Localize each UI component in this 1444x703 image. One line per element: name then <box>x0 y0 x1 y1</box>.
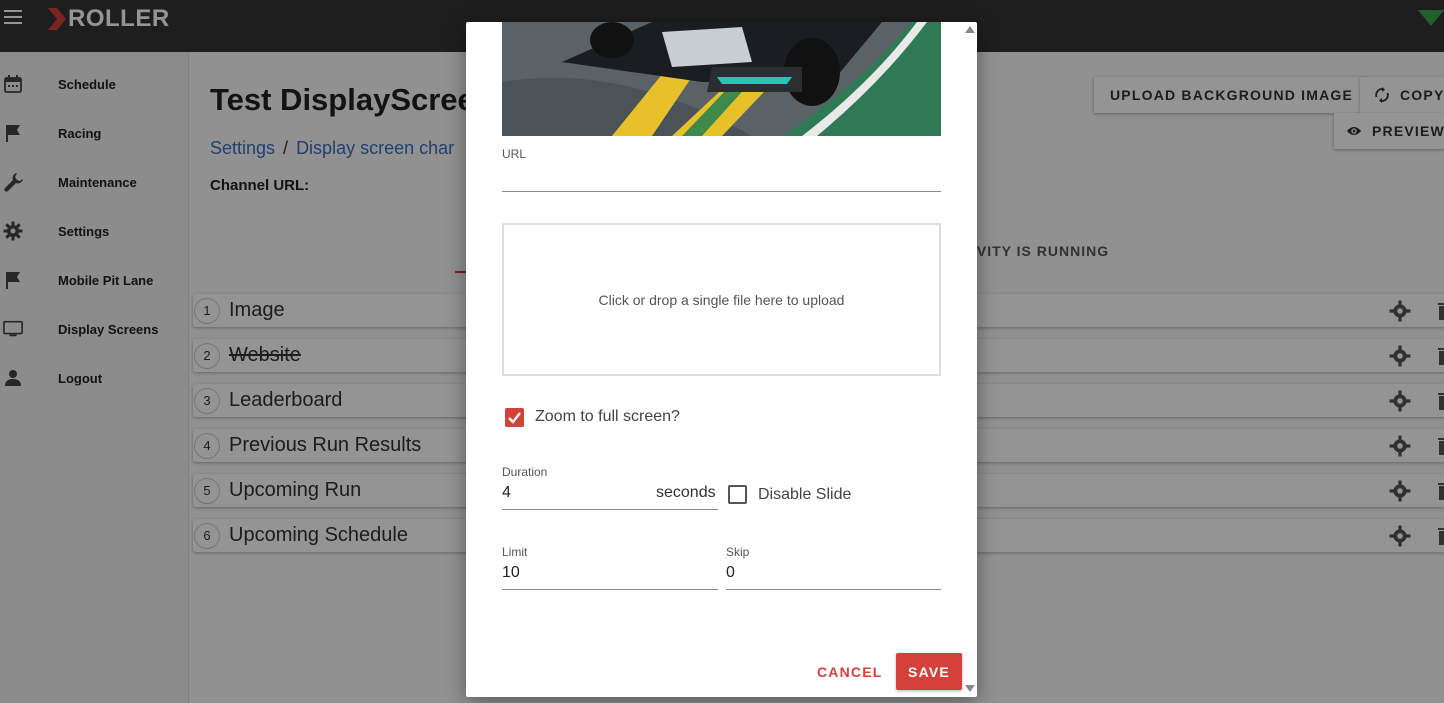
save-button[interactable]: SAVE <box>896 653 962 690</box>
limit-underline <box>502 589 718 590</box>
disable-slide-checkbox[interactable] <box>728 485 747 504</box>
url-underline <box>502 191 941 192</box>
zoom-checkbox[interactable] <box>505 408 524 427</box>
duration-unit: seconds <box>656 484 716 501</box>
scroll-down-arrow-icon[interactable] <box>965 685 975 692</box>
url-input[interactable] <box>502 168 941 190</box>
duration-label: Duration <box>502 465 548 479</box>
duration-input[interactable]: 4 <box>502 484 511 502</box>
scroll-up-arrow-icon[interactable] <box>965 26 975 33</box>
edit-slide-dialog: URL Click or drop a single file here to … <box>466 22 977 697</box>
duration-underline <box>502 509 718 510</box>
skip-input[interactable]: 0 <box>726 564 735 582</box>
zoom-label: Zoom to full screen? <box>535 408 680 425</box>
dropzone-text: Click or drop a single file here to uplo… <box>598 291 845 308</box>
file-dropzone[interactable]: Click or drop a single file here to uplo… <box>502 223 941 376</box>
disable-slide-label: Disable Slide <box>758 486 852 503</box>
limit-input[interactable]: 10 <box>502 564 520 582</box>
slide-image-preview <box>502 22 941 136</box>
skip-label: Skip <box>726 545 750 559</box>
skip-underline <box>726 589 941 590</box>
url-label: URL <box>502 147 527 161</box>
limit-label: Limit <box>502 545 528 559</box>
cancel-button[interactable]: CANCEL <box>817 664 883 680</box>
checkmark-icon <box>508 412 521 424</box>
